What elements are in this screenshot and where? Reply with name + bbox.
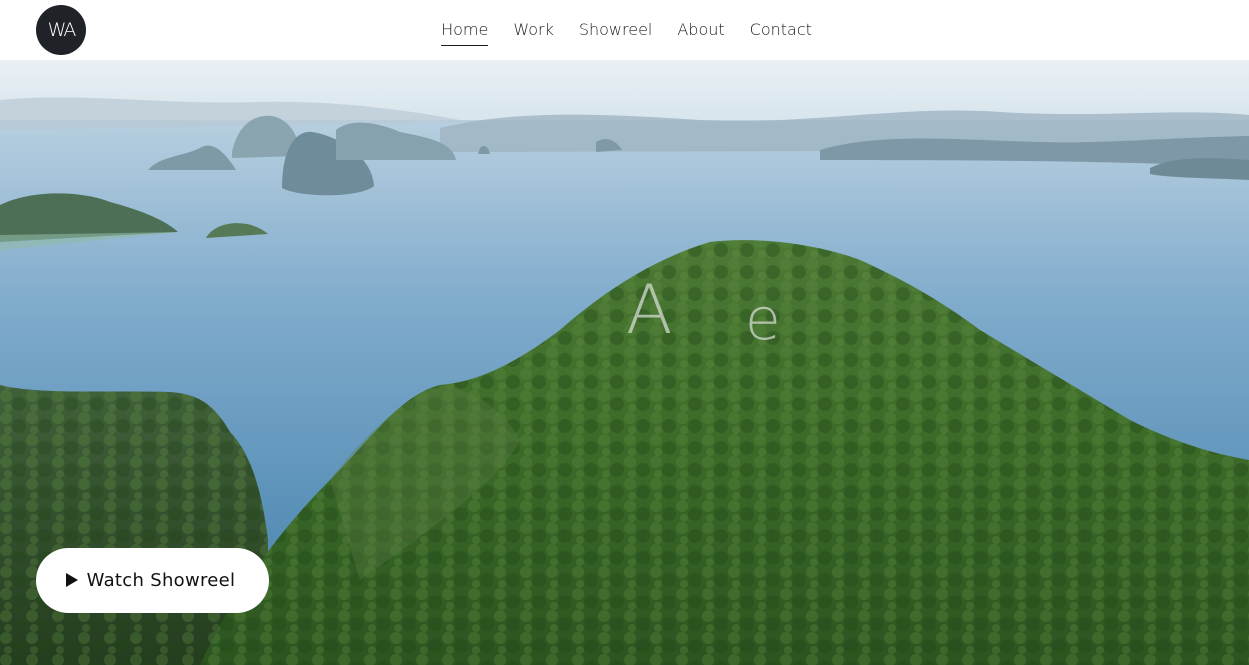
nav-work[interactable]: Work	[513, 14, 554, 46]
nav-showreel[interactable]: Showreel	[579, 14, 653, 46]
main-nav: Home Work Showreel About Contact	[0, 0, 1249, 60]
nav-home[interactable]: Home	[441, 14, 489, 46]
site-header: WA Home Work Showreel About Contact	[0, 0, 1249, 60]
play-icon	[65, 573, 78, 587]
watch-showreel-button[interactable]: Watch Showreel	[36, 548, 269, 613]
watch-showreel-label: Watch Showreel	[86, 570, 236, 591]
nav-about[interactable]: About	[677, 14, 724, 46]
nav-contact[interactable]: Contact	[750, 14, 812, 46]
